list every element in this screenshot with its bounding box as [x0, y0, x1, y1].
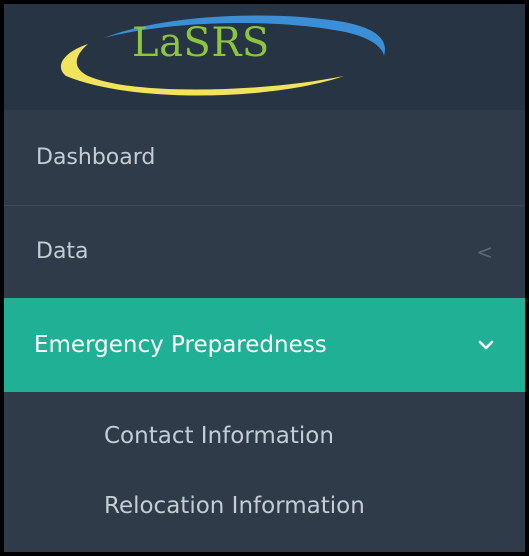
chevron-left-icon: <: [476, 240, 493, 264]
submenu-emergency-preparedness: Contact Information Relocation Informati…: [4, 392, 525, 552]
sidebar-item-label: Dashboard: [36, 145, 156, 170]
sidebar-item-dashboard[interactable]: Dashboard: [4, 110, 525, 206]
chevron-down-icon: [478, 340, 494, 350]
sidebar-item-emergency-preparedness[interactable]: Emergency Preparedness: [4, 298, 525, 392]
sidebar-item-data[interactable]: Data <: [4, 206, 525, 298]
sidebar-frame: LaSRS Dashboard Data < Emergency Prepare…: [0, 0, 529, 556]
sidebar-item-label: Emergency Preparedness: [34, 332, 327, 358]
sidebar-nav: Dashboard Data < Emergency Preparedness …: [4, 110, 525, 552]
logo-bar: LaSRS: [4, 4, 525, 110]
sidebar-item-label: Data: [36, 239, 89, 264]
logo-text: LaSRS: [132, 20, 270, 66]
submenu-item-relocation-information[interactable]: Relocation Information: [104, 486, 365, 526]
logo[interactable]: LaSRS: [44, 4, 424, 110]
submenu-item-contact-information[interactable]: Contact Information: [104, 416, 334, 456]
